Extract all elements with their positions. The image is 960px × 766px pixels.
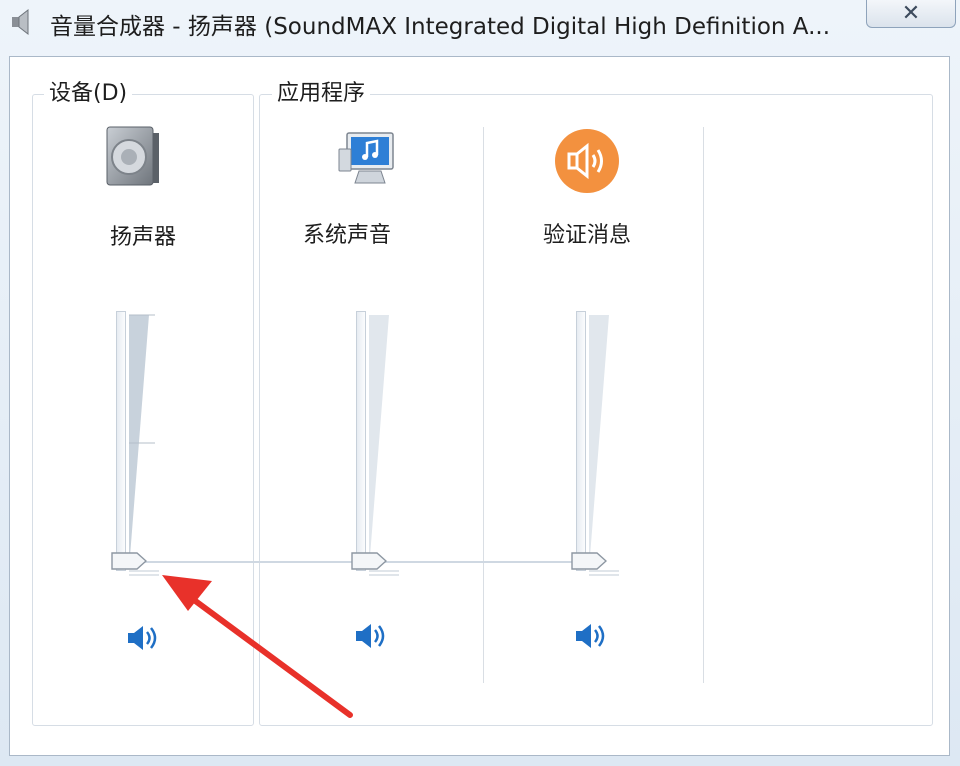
system-sounds-icon[interactable] (335, 127, 403, 195)
title-bar[interactable]: 音量合成器 - 扬声器 (SoundMAX Integrated Digital… (0, 0, 960, 44)
annotation-arrow-icon (162, 575, 353, 718)
speaker-level-ramp (129, 314, 155, 569)
system-sounds-level-ramp (369, 315, 389, 569)
speaker-channel-label: 扬声器 (109, 225, 176, 250)
close-button[interactable]: ✕ (866, 0, 956, 28)
volume-mixer-window: 音量合成器 - 扬声器 (SoundMAX Integrated Digital… (0, 0, 960, 766)
close-icon: ✕ (901, 0, 921, 26)
notification-volume-slider[interactable] (576, 311, 586, 571)
notification-sound-icon[interactable] (553, 127, 621, 195)
notification-volume-thumb[interactable] (571, 551, 607, 571)
notification-ticks (589, 570, 619, 576)
notification-level-ramp (589, 315, 609, 569)
system-sounds-volume-slider[interactable] (356, 311, 366, 571)
speaker-device-icon[interactable] (99, 123, 167, 191)
system-sounds-channel-label: 系统声音 (302, 223, 391, 248)
speaker-volume-icon (576, 624, 605, 648)
speaker-volume-thumb[interactable] (111, 551, 147, 571)
system-sounds-ticks (369, 570, 399, 576)
window-title: 音量合成器 - 扬声器 (SoundMAX Integrated Digital… (50, 14, 831, 40)
speaker-title-icon (12, 8, 29, 36)
speaker-volume-slider[interactable] (116, 311, 126, 571)
notification-channel-label: 验证消息 (542, 223, 631, 248)
mixer-client-area: 设备(D) 应用程序 扬声器 系统声音 验证消息 (9, 56, 950, 756)
notification-mute-button[interactable] (573, 619, 609, 653)
app-channel-notification: 验证消息 (493, 57, 713, 757)
